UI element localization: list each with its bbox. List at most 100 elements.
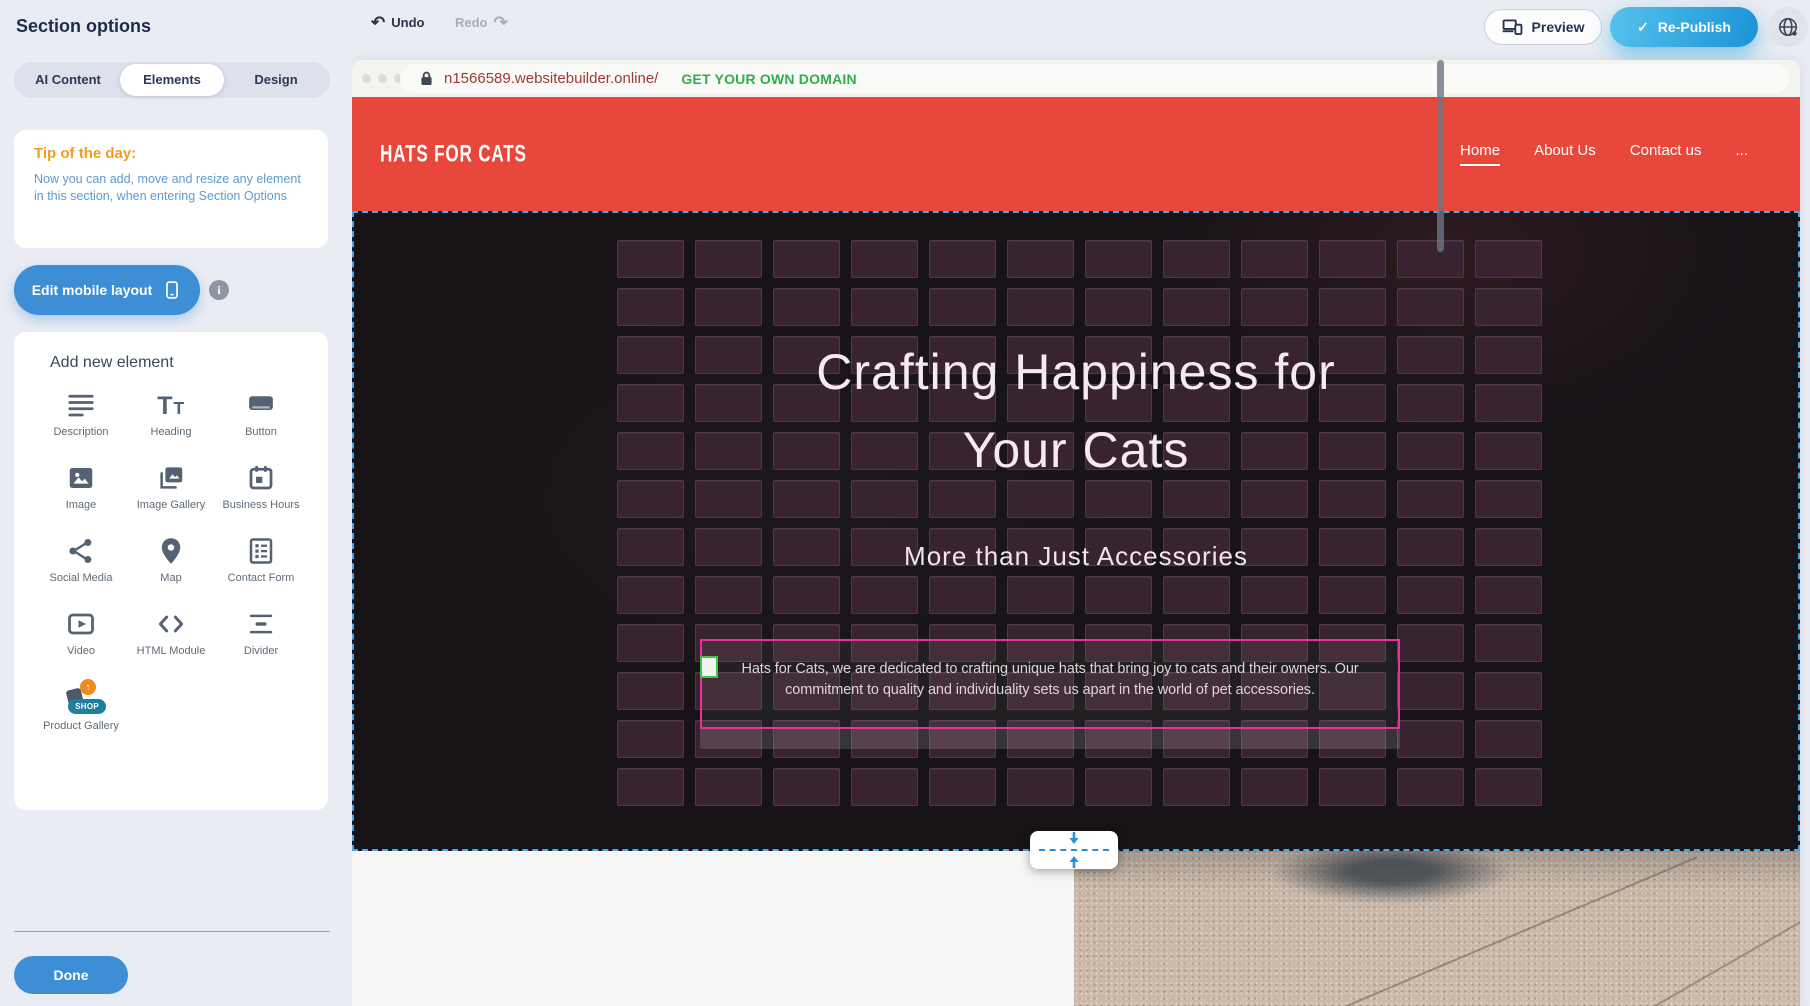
hero-grid-cell (1007, 288, 1074, 326)
hero-grid-cell (1241, 528, 1308, 566)
description-element-selected[interactable]: Hats for Cats, we are dedicated to craft… (700, 639, 1400, 729)
hero-grid-cell (1163, 288, 1230, 326)
hero-grid-cell (695, 288, 762, 326)
hero-grid-cell (1163, 576, 1230, 614)
mobile-phone-icon (162, 280, 182, 300)
republish-button[interactable]: ✓ Re-Publish (1610, 7, 1758, 47)
add-element-image-gallery[interactable]: Image Gallery (126, 463, 216, 512)
done-label: Done (54, 967, 89, 983)
language-globe-button[interactable] (1768, 7, 1808, 47)
hero-grid-cell (617, 768, 684, 806)
floor-joint-line (1654, 915, 1800, 1006)
hero-description[interactable]: Hats for Cats, we are dedicated to craft… (702, 641, 1398, 701)
done-button[interactable]: Done (14, 956, 128, 994)
add-element-html-module[interactable]: HTML Module (126, 609, 216, 658)
add-element-label: Video (67, 645, 95, 658)
site-url: n1566589.websitebuilder.online/ (444, 70, 658, 87)
product-gallery-icon: ↑SHOP (64, 682, 98, 714)
hero-grid-cell (773, 576, 840, 614)
hero-grid-cell (929, 576, 996, 614)
hero-grid-cell (1085, 768, 1152, 806)
resize-dashed-line (1039, 849, 1109, 851)
arrow-down-icon (1067, 831, 1081, 846)
add-element-image[interactable]: Image (36, 463, 126, 512)
tip-of-the-day-card: Tip of the day: Now you can add, move an… (14, 130, 328, 248)
hero-grid-cell (617, 624, 684, 662)
image-icon (66, 463, 96, 493)
undo-label: Undo (391, 15, 424, 30)
tab-ai-content[interactable]: AI Content (16, 64, 120, 96)
add-element-product-gallery[interactable]: ↑SHOPProduct Gallery (36, 682, 126, 733)
video-icon (66, 609, 96, 639)
site-nav: Home About Us Contact us... (1460, 142, 1748, 166)
hero-grid-cell (1085, 288, 1152, 326)
hero-grid-cell (1475, 528, 1542, 566)
hero-grid-cell (617, 576, 684, 614)
devices-icon (1502, 19, 1523, 35)
hero-section-selected[interactable]: Crafting Happiness for Your Cats More th… (352, 211, 1800, 851)
add-element-heading[interactable]: TT Heading (126, 390, 216, 439)
site-header: HATS FOR CATS Home About Us Contact us... (352, 97, 1800, 211)
hero-grid-cell (1007, 576, 1074, 614)
preview-button[interactable]: Preview (1484, 9, 1602, 45)
add-element-label: Business Hours (222, 499, 299, 512)
panel-tabs: AI ContentElementsDesign (14, 62, 330, 98)
hero-grid-cell (1319, 240, 1386, 278)
hero-grid-cell (1475, 384, 1542, 422)
hero-grid-cell (1241, 768, 1308, 806)
hero-grid-cell (1475, 720, 1542, 758)
hero-grid-cell (773, 528, 840, 566)
hero-grid-cell (695, 384, 762, 422)
tab-elements[interactable]: Elements (120, 64, 224, 96)
hero-grid-cell (1475, 576, 1542, 614)
hero-grid-cell (1397, 672, 1464, 710)
tab-design[interactable]: Design (224, 64, 328, 96)
redo-button[interactable]: Redo ↷ (455, 15, 508, 30)
add-element-label: Button (245, 426, 277, 439)
tip-title: Tip of the day: (34, 145, 310, 162)
nav-item-about-us[interactable]: About Us (1534, 142, 1596, 166)
hero-grid-cell (1475, 288, 1542, 326)
add-element-label: Heading (151, 426, 192, 439)
hero-grid-cell (1397, 576, 1464, 614)
add-element-label: Social Media (50, 572, 113, 585)
hero-subheading[interactable]: More than Just Accessories (904, 541, 1248, 572)
get-your-own-domain-link[interactable]: GET YOUR OWN DOMAIN (681, 71, 856, 87)
page-title: Section options (16, 16, 151, 37)
app: Section options AI ContentElementsDesign… (0, 0, 1810, 1006)
undo-button[interactable]: ↶ Undo (371, 15, 424, 30)
hero-heading[interactable]: Crafting Happiness for Your Cats (806, 333, 1346, 489)
site-logo[interactable]: HATS FOR CATS (380, 140, 527, 169)
add-element-map[interactable]: Map (126, 536, 216, 585)
hero-grid-cell (617, 240, 684, 278)
nav-more-button[interactable]: ... (1735, 142, 1748, 166)
hero-grid-cell (617, 720, 684, 758)
canvas-scrollbar[interactable] (1437, 60, 1444, 252)
description-icon (66, 390, 96, 420)
hero-grid-cell (1241, 576, 1308, 614)
next-section[interactable] (352, 851, 1800, 1006)
hero-grid-cell (1475, 336, 1542, 374)
svg-text:T: T (157, 392, 172, 420)
add-element-divider[interactable]: Divider (216, 609, 306, 658)
resize-handle-left[interactable] (700, 656, 718, 678)
section-height-resize-handle[interactable] (1030, 831, 1118, 869)
hero-grid-cell (617, 672, 684, 710)
nav-item-home[interactable]: Home (1460, 142, 1500, 166)
hero-grid-cell (1397, 720, 1464, 758)
edit-mobile-layout-button[interactable]: Edit mobile layout (14, 265, 200, 315)
hero-grid-cell (851, 240, 918, 278)
add-element-button[interactable]: Button (216, 390, 306, 439)
svg-text:T: T (174, 398, 185, 418)
nav-item-contact-us[interactable]: Contact us (1630, 142, 1702, 166)
hero-grid-cell (1163, 240, 1230, 278)
add-element-business-hours[interactable]: Business Hours (216, 463, 306, 512)
add-element-video[interactable]: Video (36, 609, 126, 658)
floor-joint-line (1345, 856, 1697, 1006)
preview-label: Preview (1532, 19, 1585, 35)
add-element-social-media[interactable]: Social Media (36, 536, 126, 585)
info-icon[interactable]: i (209, 280, 229, 300)
add-element-description[interactable]: Description (36, 390, 126, 439)
add-element-contact-form[interactable]: Contact Form (216, 536, 306, 585)
address-bar[interactable]: n1566589.websitebuilder.online/ GET YOUR… (400, 64, 1790, 93)
